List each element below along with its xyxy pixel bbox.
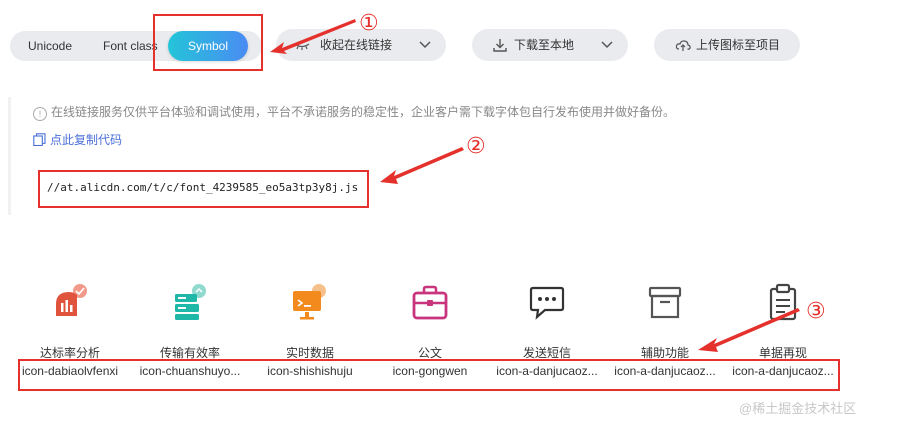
annotation-number-2: ② [466, 133, 486, 158]
tab-font-class[interactable]: Font class [103, 31, 158, 61]
notice-text: ! 在线链接服务仅供平台体验和调试使用，平台不承诺服务的稳定性，企业客户需下载字体… [33, 103, 675, 121]
upload-icons-button[interactable]: 上传图标至项目 [654, 29, 800, 61]
briefcase-icon [412, 285, 448, 320]
watermark: @稀土掘金技术社区 [739, 401, 857, 416]
message-icon [529, 286, 565, 320]
notice-message: 在线链接服务仅供平台体验和调试使用，平台不承诺服务的稳定性，企业客户需下载字体包… [51, 105, 676, 119]
archive-box-icon [648, 286, 682, 319]
annotation-arrow-2 [380, 147, 464, 184]
copy-code-label: 点此复制代码 [50, 133, 123, 147]
info-icon: ! [33, 107, 47, 121]
annotation-number-3: ③ [806, 298, 826, 323]
annotation-arrow-3 [698, 308, 800, 352]
copy-code-link[interactable]: 点此复制代码 [33, 131, 122, 149]
chevron-down-icon [419, 41, 431, 49]
copy-icon [33, 133, 46, 147]
download-local-button[interactable]: 下载至本地 [472, 29, 628, 61]
annotation-box-icon-codes [18, 359, 840, 391]
monitor-data-icon [293, 284, 326, 320]
download-icon [493, 39, 507, 52]
chevron-down-icon [601, 41, 613, 49]
tab-unicode[interactable]: Unicode [28, 31, 72, 61]
server-upload-icon [175, 284, 206, 320]
annotation-box-symbol [153, 14, 263, 71]
chart-gauge-icon [56, 284, 87, 316]
notice-panel-border [8, 97, 11, 215]
download-local-label: 下载至本地 [514, 38, 575, 52]
upload-icons-label: 上传图标至项目 [696, 38, 781, 52]
annotation-arrow-1 [270, 19, 356, 54]
cloud-upload-icon [675, 40, 691, 51]
annotation-box-link [38, 170, 369, 208]
